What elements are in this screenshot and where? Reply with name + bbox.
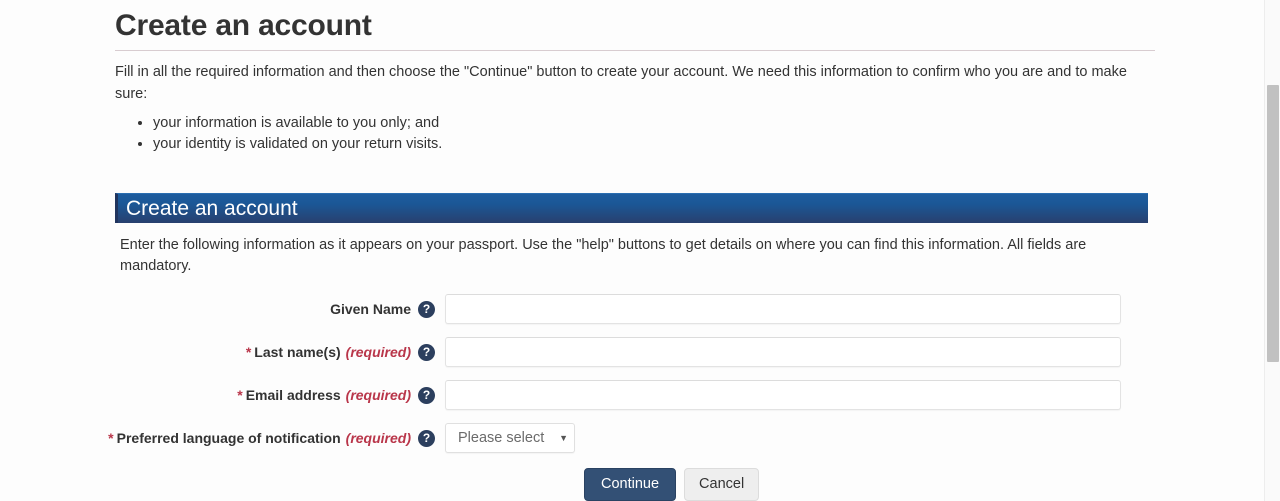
page-root: Create an account Fill in all the requir… (0, 0, 1280, 501)
preferred-language-select[interactable]: Please select ▼ (445, 423, 575, 453)
given-name-input[interactable] (445, 294, 1121, 324)
chevron-down-icon: ▼ (559, 434, 568, 443)
label-given-name: Given Name ? (115, 301, 445, 318)
form-row-preferred-language: * Preferred language of notification (re… (115, 423, 1148, 453)
panel-header-title: Create an account (115, 193, 1148, 223)
last-name-input[interactable] (445, 337, 1121, 367)
vertical-scrollbar[interactable] (1264, 0, 1280, 501)
help-icon[interactable]: ? (418, 387, 435, 404)
label-text: Last name(s) (254, 344, 340, 360)
help-icon[interactable]: ? (418, 430, 435, 447)
create-account-form: Given Name ? * Last name(s) (required) ? (115, 294, 1148, 501)
list-item: your information is available to you onl… (153, 113, 1263, 134)
help-icon[interactable]: ? (418, 301, 435, 318)
help-icon[interactable]: ? (418, 344, 435, 361)
form-row-email-address: * Email address (required) ? (115, 380, 1148, 410)
select-value: Please select (458, 430, 544, 446)
label-text: Email address (246, 387, 341, 403)
email-address-input[interactable] (445, 380, 1121, 410)
create-account-panel: Create an account Enter the following in… (115, 193, 1148, 501)
label-preferred-language: * Preferred language of notification (re… (115, 430, 445, 447)
label-text: Preferred language of notification (117, 430, 341, 446)
scrollbar-thumb[interactable] (1267, 85, 1279, 362)
page-content: Create an account Fill in all the requir… (0, 0, 1263, 501)
label-email-address: * Email address (required) ? (115, 387, 445, 404)
list-item: your identity is validated on your retur… (153, 134, 1263, 155)
label-last-name: * Last name(s) (required) ? (115, 344, 445, 361)
intro-paragraph: Fill in all the required information and… (115, 51, 1135, 105)
intro-bullet-list: your information is available to you onl… (115, 113, 1263, 155)
label-text: Given Name (330, 301, 411, 317)
required-asterisk: * (108, 430, 113, 446)
required-asterisk: * (237, 387, 242, 403)
form-row-given-name: Given Name ? (115, 294, 1148, 324)
page-title: Create an account (115, 0, 1263, 44)
required-text: (required) (346, 387, 411, 403)
required-asterisk: * (246, 344, 251, 360)
form-row-last-name: * Last name(s) (required) ? (115, 337, 1148, 367)
panel-description: Enter the following information as it ap… (115, 223, 1095, 277)
required-text: (required) (346, 344, 411, 360)
continue-button[interactable]: Continue (584, 468, 676, 501)
form-actions: Continue Cancel (115, 468, 1148, 501)
required-text: (required) (346, 430, 411, 446)
cancel-button[interactable]: Cancel (684, 468, 759, 501)
